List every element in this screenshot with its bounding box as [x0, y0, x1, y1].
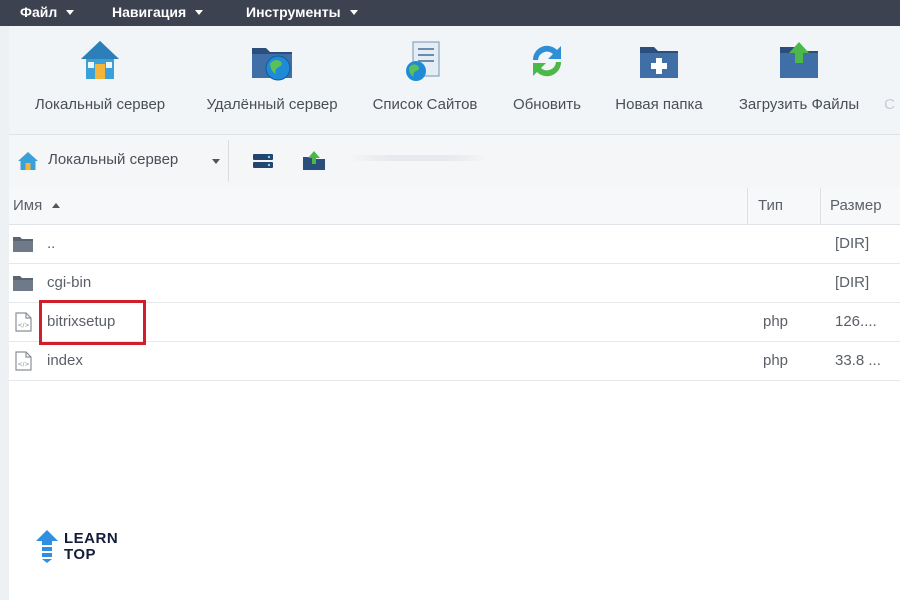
refresh-label: Обновить [513, 96, 581, 113]
divider [228, 140, 229, 182]
new-folder-icon [640, 47, 678, 78]
svg-text:</>: </> [17, 322, 29, 329]
home-icon [18, 152, 38, 170]
home-icon [81, 41, 119, 79]
file-name: bitrixsetup [47, 313, 116, 330]
php-file-icon: </> [15, 351, 32, 371]
column-name-label: Имя [13, 197, 43, 214]
new-folder-label: Новая папка [615, 96, 703, 113]
table-row[interactable]: cgi-bin [DIR] [9, 264, 900, 303]
upload-files-button[interactable]: Загрузить Файлы [729, 38, 869, 130]
sort-ascending-icon [52, 203, 61, 208]
remote-server-button[interactable]: Удалённый сервер [197, 38, 347, 130]
site-list-label: Список Сайтов [372, 96, 478, 113]
table-row[interactable]: .. [DIR] [9, 225, 900, 264]
folder-up-button[interactable] [302, 149, 326, 173]
column-type-header[interactable]: Тип [758, 188, 783, 224]
truncated-tool-label: С [884, 96, 895, 113]
file-type: php [763, 313, 789, 330]
path-field[interactable] [349, 155, 489, 161]
file-name: index [47, 352, 83, 369]
server-drive-button[interactable] [251, 149, 275, 173]
logo-text-line2: TOP [64, 546, 97, 563]
column-size-header[interactable]: Размер [830, 188, 882, 224]
php-file-icon: </> [15, 312, 32, 332]
arrow-up-logo-icon [36, 530, 58, 563]
logo-text-line1: LEARN [64, 530, 119, 547]
remote-server-label: Удалённый сервер [206, 96, 338, 113]
menu-tools-label: Инструменты [246, 4, 341, 20]
file-type: php [763, 352, 789, 369]
chevron-down-icon [349, 10, 358, 15]
site-list-button[interactable]: Список Сайтов [365, 38, 485, 130]
folder-up-icon [303, 151, 325, 170]
remote-folder-globe-icon [252, 48, 292, 81]
truncated-tool-button[interactable]: С [879, 38, 900, 130]
column-divider[interactable] [820, 188, 821, 224]
address-bar: Локальный сервер [9, 135, 900, 189]
menu-bar: Файл Навигация Инструменты [0, 0, 900, 26]
site-list-icon [406, 41, 440, 81]
menu-file-label: Файл [20, 4, 58, 20]
local-server-button[interactable]: Локальный сервер [27, 38, 173, 130]
refresh-button[interactable]: Обновить [501, 38, 593, 130]
menu-tools[interactable]: Инструменты [246, 0, 358, 26]
table-row[interactable]: </> index php 33.8 ... [9, 342, 900, 381]
upload-icon [780, 42, 818, 78]
folder-icon [13, 276, 33, 291]
menu-file[interactable]: Файл [20, 0, 75, 26]
chevron-down-icon [66, 10, 75, 15]
column-name-header[interactable]: Имя [13, 188, 61, 224]
learntop-logo: LEARN TOP [34, 529, 134, 565]
menu-navigation-label: Навигация [112, 4, 187, 20]
upload-files-label: Загрузить Файлы [738, 96, 860, 113]
new-folder-button[interactable]: Новая папка [609, 38, 709, 130]
local-server-label: Локальный сервер [34, 96, 166, 113]
server-drive-icon [253, 154, 273, 168]
location-label: Локальный сервер [48, 151, 179, 168]
location-dropdown[interactable]: Локальный сервер [13, 147, 225, 175]
column-size-label: Размер [830, 197, 882, 214]
file-size: [DIR] [835, 274, 870, 291]
column-type-label: Тип [758, 197, 784, 214]
table-row[interactable]: </> bitrixsetup php 126.... [9, 303, 900, 342]
file-name: .. [47, 235, 56, 252]
refresh-icon [532, 45, 562, 77]
svg-text:</>: </> [17, 361, 29, 368]
chevron-down-icon [195, 10, 204, 15]
file-size: [DIR] [835, 235, 870, 252]
folder-icon [13, 237, 33, 252]
file-table-header: Имя Тип Размер [9, 188, 900, 225]
menu-navigation[interactable]: Навигация [112, 0, 204, 26]
file-name: cgi-bin [47, 274, 92, 291]
file-size: 33.8 ... [835, 352, 881, 369]
truncated-tool-icon [879, 38, 900, 84]
column-divider[interactable] [747, 188, 748, 224]
file-size: 126.... [835, 313, 877, 330]
chevron-down-icon [212, 159, 220, 164]
ribbon-toolbar: Локальный сервер Удалённый сервер Список… [9, 26, 900, 135]
